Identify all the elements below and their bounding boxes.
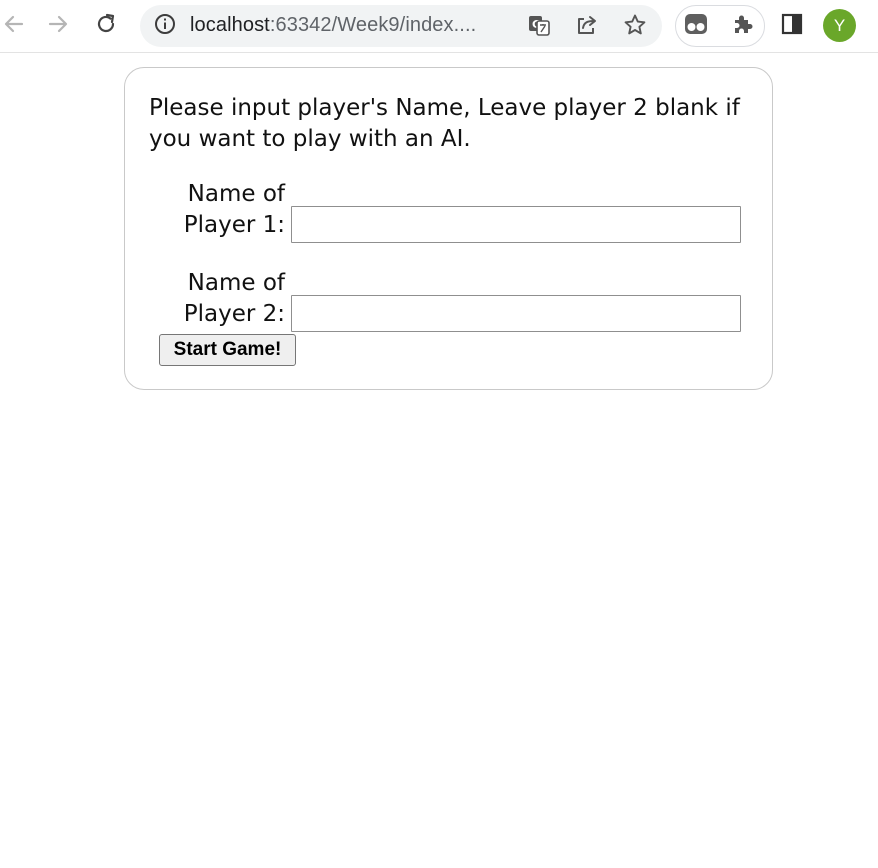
side-panel-button[interactable] (778, 12, 806, 40)
profile-avatar[interactable]: Y (823, 9, 856, 42)
glasses-extension-icon (683, 11, 709, 41)
arrow-right-icon (47, 13, 69, 39)
player1-label-line2: Player 1: (183, 212, 285, 238)
player1-label: Name of Player 1: (135, 179, 285, 241)
translate-icon: G (527, 13, 551, 41)
info-icon (154, 13, 176, 39)
arrow-left-icon (3, 13, 25, 39)
reload-icon (94, 12, 118, 40)
browser-toolbar: localhost:63342/Week9/index.... G (0, 0, 878, 53)
address-bar[interactable]: localhost:63342/Week9/index.... G (140, 5, 662, 47)
player2-name-input[interactable] (291, 295, 741, 332)
start-game-button[interactable]: Start Game! (159, 334, 296, 366)
player2-label: Name of Player 2: (135, 268, 285, 330)
site-info-button[interactable] (154, 13, 176, 39)
player-setup-card: Please input player's Name, Leave player… (124, 67, 773, 390)
player2-label-line1: Name of (187, 270, 285, 296)
instructions-text: Please input player's Name, Leave player… (149, 95, 740, 152)
url-path: :63342/Week9/index.... (269, 14, 477, 36)
url-text[interactable]: localhost:63342/Week9/index.... (190, 14, 476, 37)
player2-label-line2: Player 2: (183, 301, 285, 327)
translate-button[interactable]: G (526, 14, 552, 40)
extension-button[interactable] (683, 13, 709, 39)
back-button[interactable] (0, 12, 28, 40)
puzzle-icon (731, 12, 755, 40)
star-icon (623, 13, 647, 41)
player1-label-line1: Name of (187, 181, 285, 207)
share-button[interactable] (574, 14, 600, 40)
side-panel-icon (780, 12, 804, 40)
extensions-menu-button[interactable] (730, 13, 756, 39)
bookmark-button[interactable] (622, 14, 648, 40)
url-host: localhost (190, 14, 270, 36)
forward-button[interactable] (44, 12, 72, 40)
reload-button[interactable] (92, 12, 120, 40)
player1-name-input[interactable] (291, 206, 741, 243)
share-icon (575, 13, 599, 41)
extensions-group (675, 5, 765, 47)
